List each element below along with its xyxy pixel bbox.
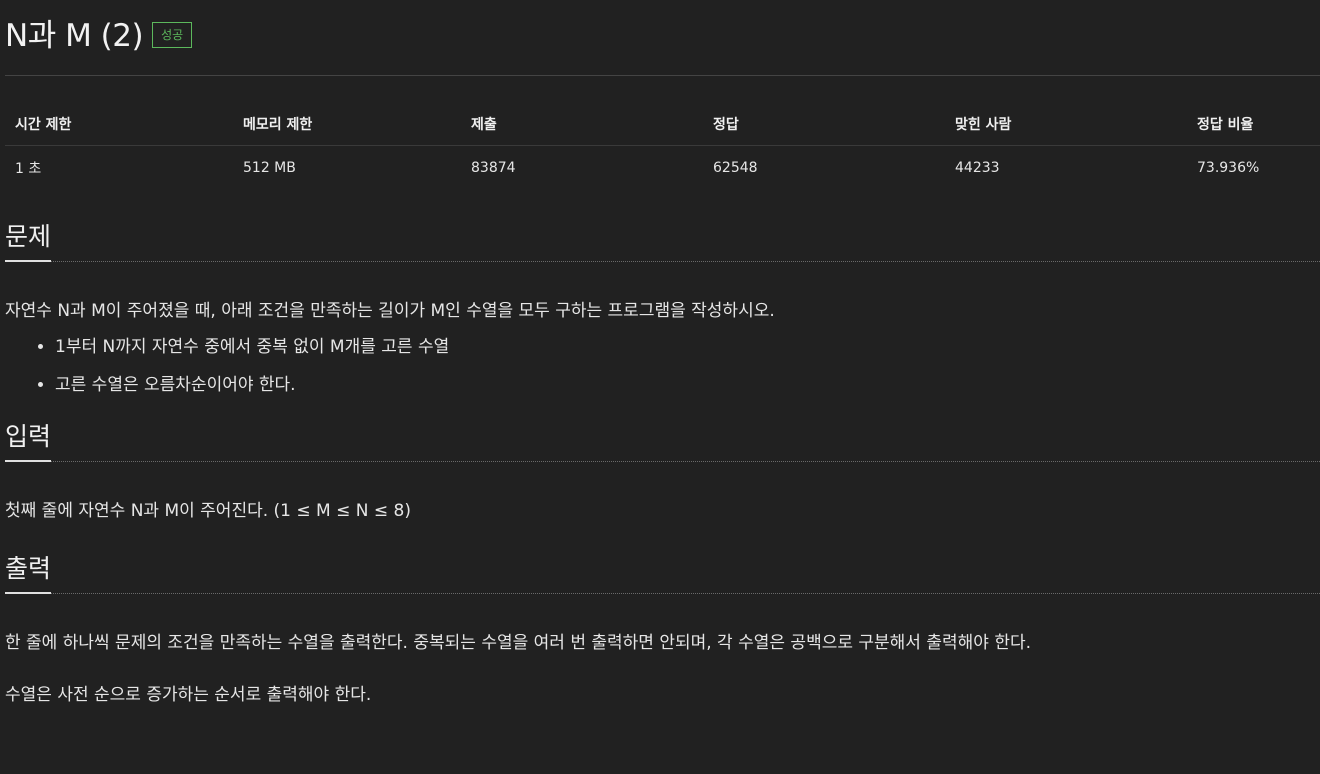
info-table-row: 1 초 512 MB 83874 62548 44233 73.936% (5, 146, 1320, 191)
header-accepted: 정답 (703, 102, 945, 146)
accept-ratio-value: 73.936% (1197, 160, 1260, 176)
section-title-input: 입력 (5, 420, 52, 462)
description-body: 자연수 N과 M이 주어졌을 때, 아래 조건을 만족하는 길이가 M인 수열을… (5, 298, 1320, 398)
info-table-header-row: 시간 제한 메모리 제한 제출 정답 맞힌 사람 정답 비율 (5, 102, 1320, 146)
header-submissions: 제출 (461, 102, 703, 146)
accepted-value: 62548 (713, 160, 758, 176)
output-text: 수열은 사전 순으로 증가하는 순서로 출력해야 한다. (5, 685, 372, 705)
section-input: 입력 첫째 줄에 자연수 N과 M이 주어진다. (1 ≤ M ≤ N ≤ 8) (5, 420, 1320, 524)
description-text: 자연수 N과 M이 주어졌을 때, 아래 조건을 만족하는 길이가 M인 수열을… (5, 301, 775, 321)
section-title-description: 문제 (5, 220, 52, 262)
condition-item: 고른 수열은 오름차순이어야 한다. (55, 372, 1320, 398)
input-body: 첫째 줄에 자연수 N과 M이 주어진다. (1 ≤ M ≤ N ≤ 8) (5, 498, 1320, 524)
header-time-limit: 시간 제한 (5, 102, 233, 146)
memory-limit-value: 512 MB (243, 160, 296, 176)
section-title-output: 출력 (5, 552, 52, 594)
condition-list: 1부터 N까지 자연수 중에서 중복 없이 M개를 고른 수열 고른 수열은 오… (5, 334, 1320, 398)
section-description: 문제 자연수 N과 M이 주어졌을 때, 아래 조건을 만족하는 길이가 M인 … (5, 220, 1320, 398)
problem-page: N과 M (2) 성공 시간 제한 메모리 제한 제출 정답 맞힌 사람 정답 … (0, 0, 1320, 774)
section-head-input: 입력 (5, 420, 1320, 462)
problem-title: N과 M (2) (5, 17, 144, 54)
status-badge: 성공 (152, 22, 193, 48)
output-body: 한 줄에 하나씩 문제의 조건을 만족하는 수열을 출력한다. 중복되는 수열을… (5, 630, 1320, 708)
problem-info-table: 시간 제한 메모리 제한 제출 정답 맞힌 사람 정답 비율 1 초 512 M… (5, 102, 1320, 190)
section-head-output: 출력 (5, 552, 1320, 594)
header-memory-limit: 메모리 제한 (233, 102, 461, 146)
section-head-description: 문제 (5, 220, 1320, 262)
output-text: 한 줄에 하나씩 문제의 조건을 만족하는 수열을 출력한다. 중복되는 수열을… (5, 633, 1032, 653)
solved-users-value: 44233 (955, 160, 1000, 176)
section-divider (5, 593, 1320, 594)
input-text: 첫째 줄에 자연수 N과 M이 주어진다. (1 ≤ M ≤ N ≤ 8) (5, 501, 411, 521)
condition-item: 1부터 N까지 자연수 중에서 중복 없이 M개를 고른 수열 (55, 334, 1320, 360)
section-output: 출력 한 줄에 하나씩 문제의 조건을 만족하는 수열을 출력한다. 중복되는 … (5, 552, 1320, 708)
submissions-value: 83874 (471, 160, 516, 176)
header-accept-ratio: 정답 비율 (1187, 102, 1320, 146)
section-divider (5, 461, 1320, 462)
title-row: N과 M (2) 성공 (5, 0, 1320, 66)
title-divider (5, 75, 1320, 76)
section-divider (5, 261, 1320, 262)
time-limit-value: 1 초 (15, 161, 42, 177)
header-solved-users: 맞힌 사람 (945, 102, 1187, 146)
